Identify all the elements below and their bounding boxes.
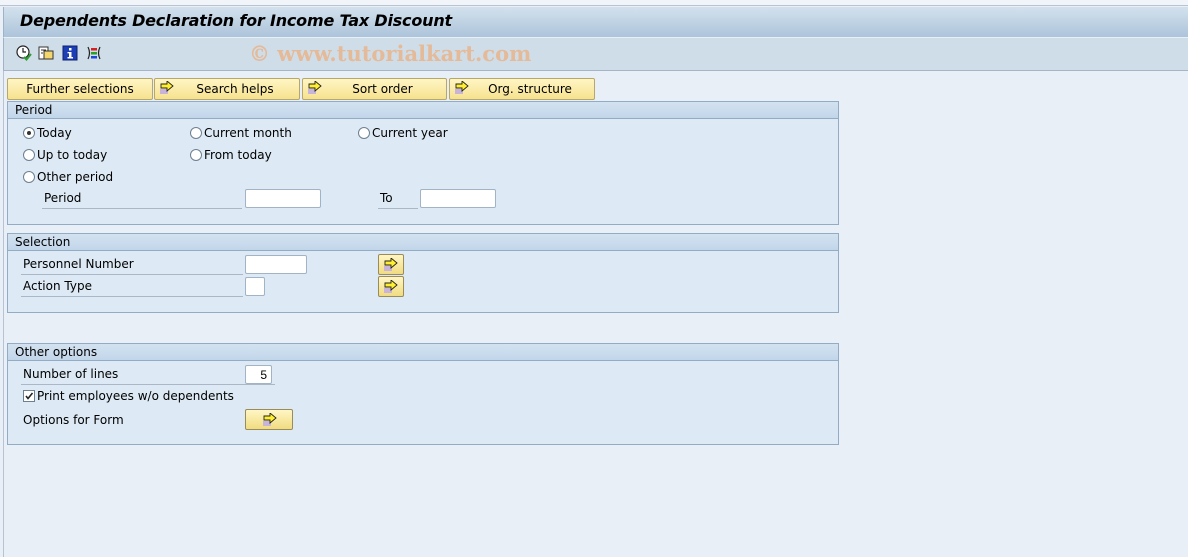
options-for-form-button[interactable] (245, 409, 293, 430)
period-to-input[interactable] (420, 189, 496, 208)
arrow-right-icon (455, 81, 469, 94)
radio-indicator (23, 171, 35, 183)
period-group: Period Today Current month Current year … (7, 101, 839, 225)
selection-group: Selection Personnel Number Action Type (7, 233, 839, 313)
action-type-label: Action Type (21, 277, 243, 297)
other-options-group-title: Other options (8, 344, 838, 361)
radio-indicator (23, 149, 35, 161)
further-selections-button[interactable]: Further selections (7, 78, 153, 100)
page-title: Dependents Declaration for Income Tax Di… (20, 11, 452, 30)
radio-from-today[interactable]: From today (190, 148, 272, 162)
search-helps-button[interactable]: Search helps (154, 78, 300, 100)
checkmark-icon (25, 392, 34, 400)
radio-other-period[interactable]: Other period (23, 170, 113, 184)
period-group-title: Period (8, 102, 838, 119)
selection-screen: Further selections Search helps Sort ord… (3, 71, 1188, 557)
print-without-dependents-checkbox[interactable]: Print employees w/o dependents (23, 389, 234, 403)
action-type-input[interactable] (245, 277, 265, 296)
title-bar: Dependents Declaration for Income Tax Di… (3, 7, 1188, 37)
other-options-group: Other options Number of lines Print empl… (7, 343, 839, 445)
options-for-form-label: Options for Form (23, 413, 124, 427)
arrow-right-icon (384, 258, 398, 271)
program-info-icon[interactable] (62, 45, 78, 61)
personnel-number-multiple-selection-button[interactable] (378, 254, 404, 275)
radio-today[interactable]: Today (23, 126, 72, 140)
checkbox-box (23, 390, 35, 402)
watermark: © www.tutorialkart.com (249, 41, 532, 66)
to-label: To (378, 189, 418, 209)
arrow-right-icon (160, 81, 174, 94)
radio-indicator (190, 149, 202, 161)
radio-indicator (23, 127, 35, 139)
org-structure-button[interactable]: Org. structure (449, 78, 595, 100)
period-label: Period (42, 189, 242, 209)
top-strip (0, 0, 1188, 6)
application-toolbar: © www.tutorialkart.com (3, 37, 1188, 71)
period-from-input[interactable] (245, 189, 321, 208)
arrow-right-icon (263, 413, 277, 426)
execute-icon[interactable] (16, 45, 32, 61)
get-variant-icon[interactable] (38, 45, 54, 61)
personnel-number-label: Personnel Number (21, 255, 243, 275)
selection-options-icon[interactable] (86, 45, 102, 61)
radio-current-month[interactable]: Current month (190, 126, 292, 140)
arrow-right-icon (384, 280, 398, 293)
number-of-lines-input[interactable] (245, 365, 272, 384)
action-type-multiple-selection-button[interactable] (378, 276, 404, 297)
radio-indicator (358, 127, 370, 139)
sort-order-button[interactable]: Sort order (302, 78, 447, 100)
selection-group-title: Selection (8, 234, 838, 251)
radio-indicator (190, 127, 202, 139)
arrow-right-icon (308, 81, 322, 94)
radio-current-year[interactable]: Current year (358, 126, 448, 140)
radio-up-to-today[interactable]: Up to today (23, 148, 107, 162)
personnel-number-input[interactable] (245, 255, 307, 274)
number-of-lines-label: Number of lines (21, 365, 275, 385)
